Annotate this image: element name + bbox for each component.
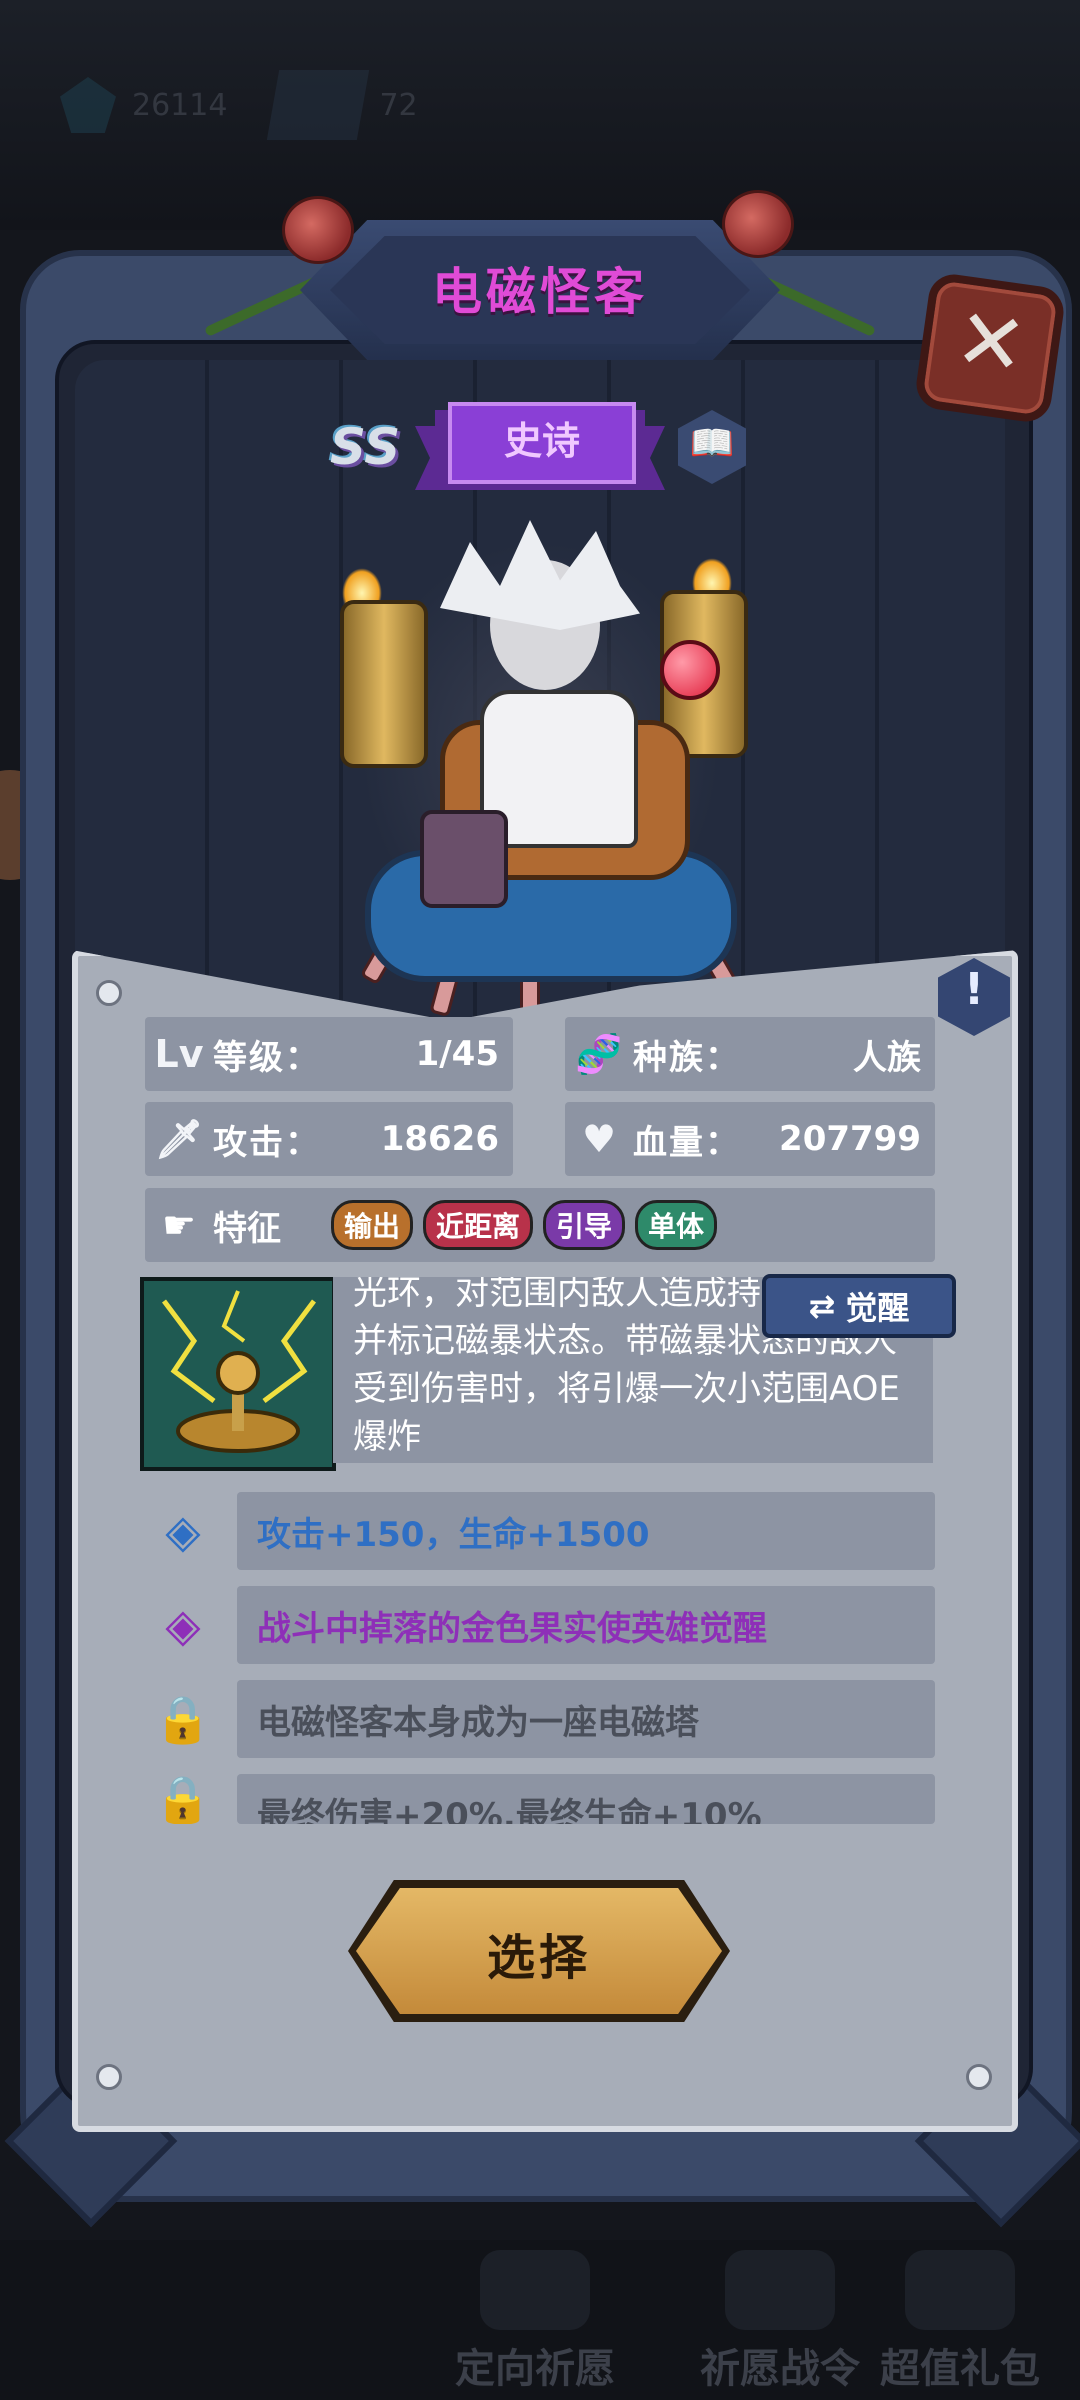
stat-value: 18626 — [380, 1119, 499, 1159]
shard-count: 72 — [379, 87, 418, 123]
exclamation-icon: ! — [963, 964, 985, 1015]
sword-icon: 🗡 — [154, 1116, 204, 1161]
tesla-coil-left — [340, 600, 428, 768]
trait-tag: 输出 — [331, 1200, 414, 1250]
purple-swirl-icon: ◈ — [165, 1598, 201, 1652]
swap-arrows-icon: ⇄ — [808, 1287, 836, 1325]
skill-icon[interactable] — [140, 1277, 336, 1471]
lock-icon: 🔒 — [154, 1774, 212, 1824]
bonus-row: 战斗中掉落的金色果实使英雄觉醒 — [237, 1586, 935, 1664]
blue-swirl-icon: ◈ — [165, 1504, 201, 1558]
stat-label: 等级： — [213, 1037, 321, 1078]
shard-icon — [267, 70, 370, 140]
stat-value: 207799 — [779, 1119, 921, 1159]
gem-icon — [60, 77, 116, 133]
lock-icon: 🔒 — [154, 1691, 212, 1746]
stat-level: Lv 等级： 1/45 — [145, 1017, 513, 1091]
trait-tag: 引导 — [543, 1200, 626, 1250]
stat-value: 1/45 — [415, 1034, 499, 1074]
top-resource-bar: 26114 72 — [60, 70, 418, 140]
heart-icon: ♥ — [581, 1117, 617, 1161]
stat-race: 🧬 种族： 人族 — [565, 1017, 935, 1091]
awaken-label: 觉醒 — [845, 1289, 910, 1327]
stat-value: 人族 — [853, 1037, 921, 1078]
stat-attack: 🗡 攻击： 18626 — [145, 1102, 513, 1176]
gem-count: 26114 — [132, 87, 228, 123]
hero-name: 电磁怪客 — [432, 263, 648, 321]
bonus-text: 战斗中掉落的金色果实使英雄觉醒 — [257, 1608, 767, 1649]
close-icon: ✕ — [949, 288, 1033, 396]
claw-icon: ☛ — [161, 1203, 197, 1247]
stat-hp: ♥ 血量： 207799 — [565, 1102, 935, 1176]
trait-tag: 单体 — [635, 1200, 718, 1250]
rose-left-icon — [282, 196, 354, 264]
wish-icon — [480, 2250, 590, 2330]
trait-tag: 近距离 — [423, 1200, 534, 1250]
stat-label: 攻击： — [213, 1122, 321, 1163]
bonus-row: 攻击+150，生命+1500 — [237, 1492, 935, 1570]
bonus-text: 电磁怪客本身成为一座电磁塔 — [257, 1702, 699, 1743]
stat-label: 血量： — [633, 1122, 741, 1163]
bonus-row: 最终伤害+20%,最终生命+10% — [237, 1774, 935, 1824]
dna-icon: 🧬 — [575, 1031, 623, 1076]
gift-icon — [905, 2250, 1015, 2330]
trait-row: ☛ 特征 输出 近距离 引导 单体 — [145, 1188, 935, 1262]
book-icon: 📖 — [689, 423, 735, 464]
tab-label: 定向祈愿 — [455, 2346, 615, 2392]
tab-value-pack[interactable]: 超值礼包 — [840, 2250, 1080, 2392]
bonus-text: 最终伤害+20%,最终生命+10% — [257, 1796, 762, 1824]
pass-icon — [725, 2250, 835, 2330]
rivet — [96, 980, 122, 1006]
bonus-row: 电磁怪客本身成为一座电磁塔 — [237, 1680, 935, 1758]
bonus-text: 攻击+150，生命+1500 — [257, 1514, 650, 1555]
trait-label: 特征 — [213, 1208, 281, 1249]
rose-right-icon — [722, 190, 794, 258]
awaken-toggle-button[interactable]: ⇄ 觉醒 — [762, 1274, 956, 1338]
tab-label: 超值礼包 — [880, 2346, 1040, 2392]
control-knob-icon — [660, 640, 720, 700]
level-icon: Lv — [154, 1032, 204, 1076]
rivet — [966, 2064, 992, 2090]
tab-directed-wish[interactable]: 定向祈愿 — [415, 2250, 655, 2392]
close-button[interactable]: ✕ — [913, 271, 1067, 425]
rivet — [96, 2064, 122, 2090]
hero-bag — [420, 810, 508, 908]
rank-badge: SS — [330, 418, 401, 476]
stat-label: 种族： — [633, 1037, 741, 1078]
select-label[interactable]: 选择 — [356, 1918, 722, 1988]
tab-label: 祈愿战令 — [700, 2346, 860, 2392]
rarity-label: 史诗 — [503, 419, 580, 463]
